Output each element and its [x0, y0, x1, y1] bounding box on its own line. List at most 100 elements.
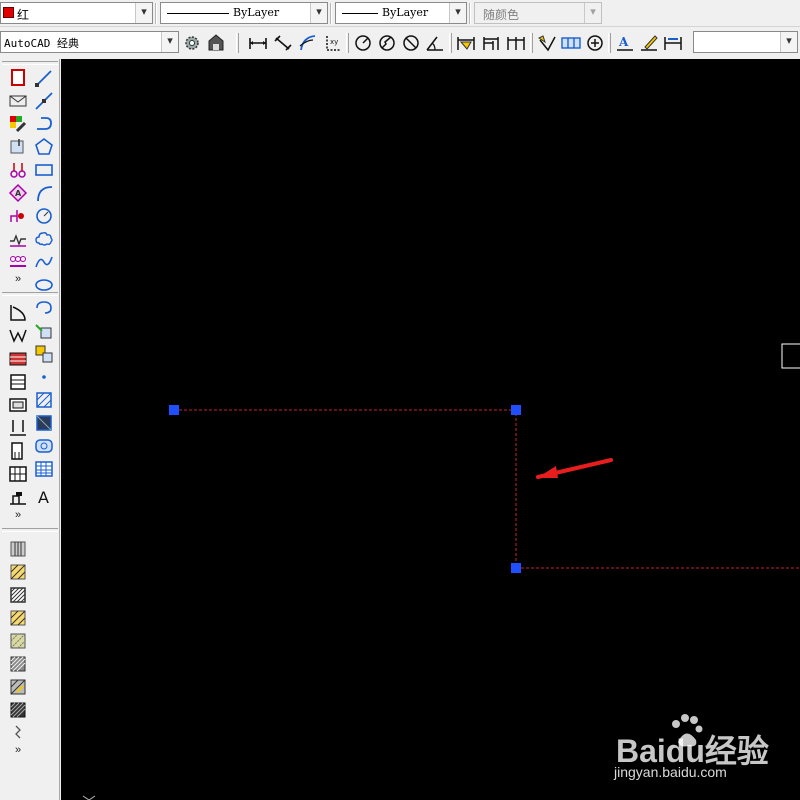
chevron-down-icon[interactable]: ▾ [780, 32, 797, 52]
hatch-pattern-4-button[interactable] [7, 607, 29, 629]
layer-isolate-button[interactable]: A [7, 182, 29, 204]
arc-icon [37, 186, 53, 202]
hatch-tool-button[interactable] [33, 389, 55, 411]
toolbar-overflow-button[interactable]: » [7, 273, 29, 287]
stretch-icon [11, 442, 23, 460]
quick-dimension-button[interactable] [455, 32, 477, 54]
separator [155, 3, 157, 24]
ordinate-dimension-button[interactable]: xy [322, 32, 344, 54]
dimension-update-button[interactable] [662, 32, 684, 54]
polygon-tool-button[interactable] [33, 136, 55, 158]
toolbar-grip[interactable] [346, 33, 349, 53]
selected-polyline[interactable] [174, 409, 800, 569]
toolbar-overflow-button[interactable]: » [7, 744, 29, 758]
toolbar-grip[interactable] [449, 33, 452, 53]
join-button[interactable] [7, 417, 29, 439]
layer-freeze-button[interactable] [7, 205, 29, 227]
region-tool-button[interactable] [33, 435, 55, 457]
table-icon [35, 461, 53, 477]
make-block-button[interactable] [33, 343, 55, 365]
layer-match-button[interactable] [7, 159, 29, 181]
toolbar-grip[interactable] [608, 33, 611, 53]
chevron-down-icon[interactable]: ▾ [449, 3, 466, 23]
toolbar-overflow-button[interactable]: » [7, 509, 29, 523]
linear-dimension-button[interactable] [247, 32, 269, 54]
workspace-dropdown[interactable]: AutoCAD 经典 ▾ [0, 31, 179, 53]
layer-merge-button[interactable] [7, 251, 29, 273]
baseline-dimension-button[interactable] [480, 32, 502, 54]
hatch-pattern-6-button[interactable] [7, 653, 29, 675]
hatch-pattern-icon [10, 610, 26, 626]
gradient-tool-button[interactable] [33, 412, 55, 434]
array-button[interactable] [7, 463, 29, 485]
save-workspace-button[interactable] [205, 32, 227, 54]
extend-button[interactable] [7, 371, 29, 393]
chevron-down-icon[interactable]: ▾ [135, 3, 152, 23]
toolbar-grip[interactable] [2, 528, 58, 532]
layer-state-button[interactable] [7, 90, 29, 112]
baseline-dimension-icon [483, 37, 499, 50]
circle-icon [36, 208, 52, 224]
trim-button[interactable] [7, 348, 29, 370]
spline-tool-button[interactable] [33, 251, 55, 273]
circle-tool-button[interactable] [33, 205, 55, 227]
fillet-button[interactable] [7, 302, 29, 324]
chevron-down-icon[interactable]: ▾ [310, 3, 327, 23]
radius-dimension-button[interactable] [352, 32, 374, 54]
hatch-pattern-2-button[interactable] [7, 561, 29, 583]
color-control-dropdown[interactable]: 红 ▾ [0, 2, 153, 24]
hatch-pattern-9-button[interactable] [7, 722, 29, 744]
angular-dimension-button[interactable] [424, 32, 446, 54]
dimension-style-dropdown[interactable]: ▾ [693, 31, 798, 53]
hatch-pattern-8-button[interactable] [7, 699, 29, 721]
multiline-text-button[interactable]: A [33, 486, 55, 508]
chevron-down-icon[interactable]: ▾ [161, 32, 178, 52]
hatch-pattern-1-button[interactable] [7, 538, 29, 560]
insert-block-button[interactable] [33, 320, 55, 342]
construction-line-button[interactable] [33, 90, 55, 112]
dimension-text-edit-button[interactable] [638, 32, 660, 54]
toolbar-grip[interactable] [530, 33, 533, 53]
jogged-dimension-button[interactable] [376, 32, 398, 54]
grip-point[interactable] [511, 563, 521, 573]
table-tool-button[interactable] [33, 458, 55, 480]
match-properties-button[interactable] [7, 113, 29, 135]
continue-dimension-button[interactable] [505, 32, 527, 54]
drawing-canvas[interactable]: Baidu经验 jingyan.baidu.com [61, 59, 800, 800]
toolbar-grip[interactable] [2, 61, 58, 65]
arc-length-button[interactable] [297, 32, 319, 54]
revision-cloud-button[interactable] [33, 228, 55, 250]
diameter-dimension-button[interactable] [400, 32, 422, 54]
chamfer-button[interactable] [7, 325, 29, 347]
layer-walk-icon [10, 139, 24, 154]
mirror-button[interactable] [7, 486, 29, 508]
linetype-control-dropdown[interactable]: ByLayer ▾ [160, 2, 328, 24]
ellipse-arc-tool-button[interactable] [33, 297, 55, 319]
workspace-settings-button[interactable] [181, 32, 203, 54]
layer-walk-button[interactable] [7, 136, 29, 158]
toolbar-grip[interactable] [236, 33, 239, 53]
toolbar-grip[interactable] [2, 292, 58, 296]
hatch-pattern-5-button[interactable] [7, 630, 29, 652]
center-mark-button[interactable] [584, 32, 606, 54]
line-tool-button[interactable] [33, 67, 55, 89]
lineweight-control-dropdown[interactable]: ByLayer ▾ [335, 2, 467, 24]
stretch-button[interactable] [7, 440, 29, 462]
layer-button[interactable] [7, 67, 29, 89]
drawing-area[interactable] [61, 59, 800, 800]
grip-point[interactable] [169, 405, 179, 415]
break-button[interactable] [7, 394, 29, 416]
hatch-pattern-7-button[interactable] [7, 676, 29, 698]
polyline-tool-button[interactable] [33, 113, 55, 135]
hatch-pattern-3-button[interactable] [7, 584, 29, 606]
dimension-edit-button[interactable]: A [614, 32, 636, 54]
aligned-dimension-button[interactable] [272, 32, 294, 54]
save-workspace-icon [208, 34, 224, 51]
quick-leader-button[interactable] [536, 32, 558, 54]
point-tool-button[interactable] [33, 366, 55, 388]
layer-off-button[interactable] [7, 228, 29, 250]
grip-point[interactable] [511, 405, 521, 415]
rectangle-tool-button[interactable] [33, 159, 55, 181]
arc-tool-button[interactable] [33, 182, 55, 204]
tolerance-button[interactable] [560, 32, 582, 54]
